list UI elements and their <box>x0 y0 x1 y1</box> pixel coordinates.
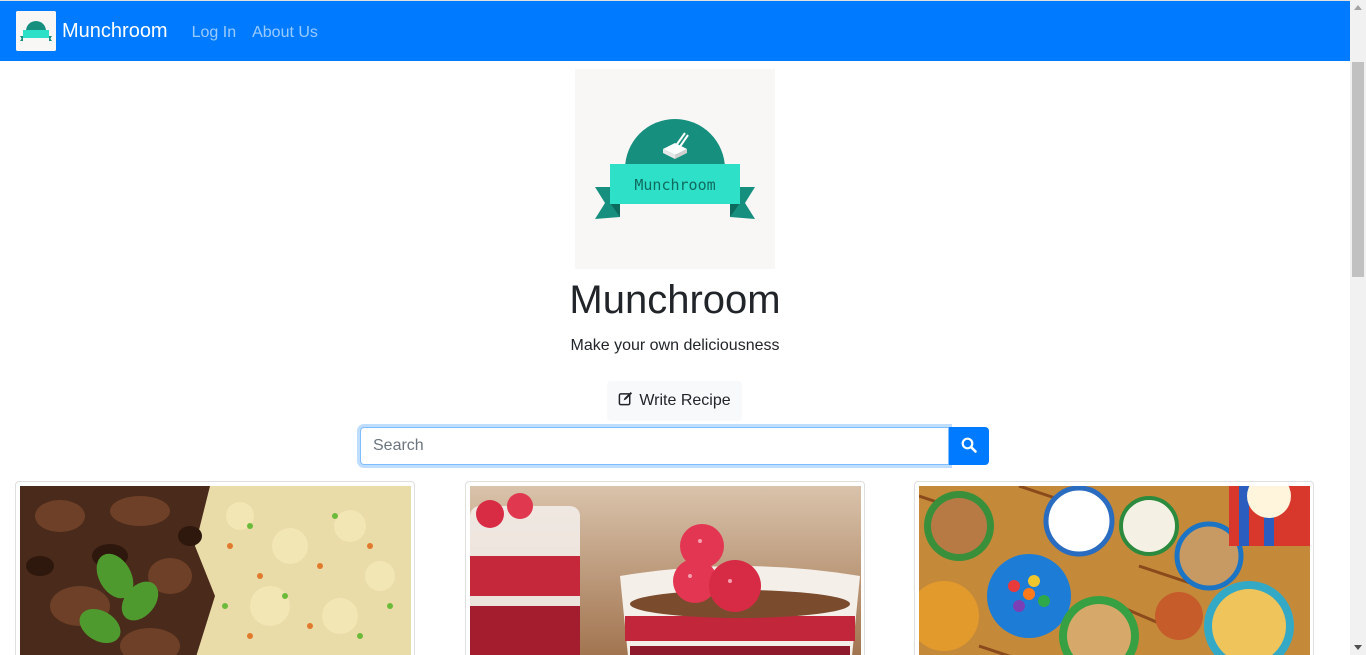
navbar: Munchroom Log In About Us <box>0 0 1350 61</box>
scroll-down-arrow-icon[interactable] <box>1354 645 1362 650</box>
search-icon <box>961 437 977 456</box>
recipe-card-image[interactable] <box>919 486 1310 655</box>
recipe-card[interactable] <box>465 481 865 655</box>
nav-login-link[interactable]: Log In <box>192 24 236 42</box>
recipe-card[interactable] <box>914 481 1314 655</box>
scrollbar[interactable] <box>1350 0 1366 655</box>
brand-logo[interactable] <box>16 11 56 51</box>
scroll-up-arrow-icon[interactable] <box>1354 5 1362 10</box>
edit-icon <box>618 391 633 411</box>
page: Munchroom Log In About Us Munchroom Munc… <box>0 0 1366 655</box>
search-button[interactable] <box>949 427 989 465</box>
search-input[interactable] <box>360 427 949 465</box>
page-subtitle: Make your own deliciousness <box>570 337 780 354</box>
page-title: Munchroom <box>569 278 781 322</box>
hero-logo-text: Munchroom <box>634 176 715 194</box>
recipe-card[interactable] <box>15 481 415 655</box>
scrollbar-thumb[interactable] <box>1352 62 1364 277</box>
nav-about-link[interactable]: About Us <box>252 24 318 42</box>
recipe-card-image[interactable] <box>470 486 861 655</box>
hero-logo: Munchroom <box>575 69 775 269</box>
brand-name[interactable]: Munchroom <box>62 20 168 43</box>
write-recipe-label: Write Recipe <box>639 392 731 409</box>
write-recipe-button[interactable]: Write Recipe <box>607 381 742 421</box>
recipe-card-image[interactable] <box>20 486 411 655</box>
